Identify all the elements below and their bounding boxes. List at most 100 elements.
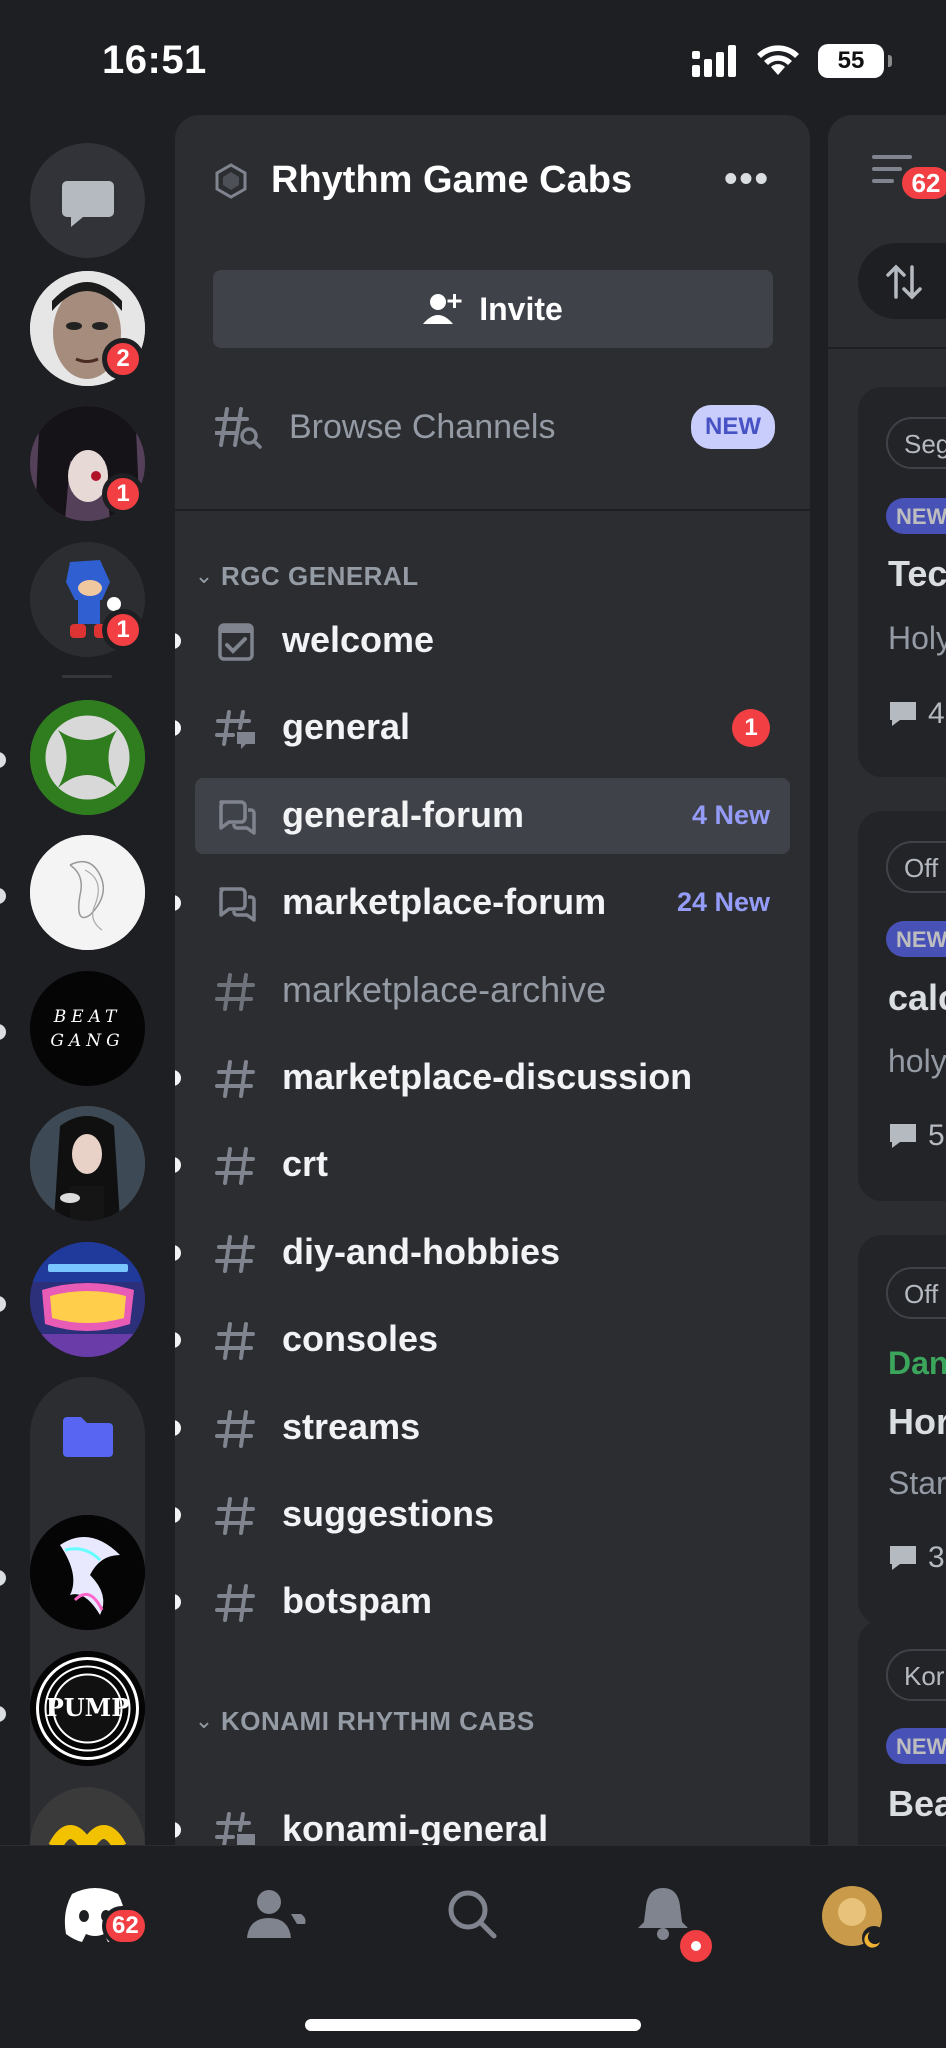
post-tag: Kor bbox=[886, 1649, 946, 1701]
post-title: Hor bbox=[888, 1401, 946, 1442]
beat-gang-logo: BEAT GANG bbox=[50, 1006, 125, 1051]
post-reply-count: 3 bbox=[888, 1541, 945, 1575]
hash-icon bbox=[215, 1234, 255, 1273]
forum-icon bbox=[219, 887, 256, 922]
server-unread-pill bbox=[0, 1296, 6, 1312]
unread-indicator bbox=[175, 1244, 181, 1261]
server-avatar-sketch[interactable] bbox=[30, 835, 145, 950]
channel-consoles[interactable]: consoles bbox=[175, 1302, 790, 1378]
new-badge: NEW bbox=[691, 405, 775, 449]
server-name: Rhythm Game Cabs bbox=[271, 159, 633, 201]
channel-general[interactable]: general 1 bbox=[175, 690, 790, 766]
forum-icon bbox=[219, 800, 256, 835]
battery-icon: 55 bbox=[818, 44, 892, 78]
server-boost-icon bbox=[215, 163, 247, 199]
post-reply-count: 5 bbox=[888, 1119, 945, 1153]
bottom-tab-bar: 62 bbox=[0, 1845, 946, 2048]
server-unread-badge: 1 bbox=[102, 473, 144, 515]
browse-channels-icon bbox=[215, 407, 262, 449]
server-unread-pill bbox=[0, 1706, 6, 1722]
hash-icon bbox=[215, 972, 255, 1011]
channel-general-forum[interactable]: general-forum 4 New bbox=[195, 777, 790, 854]
tab-search[interactable] bbox=[438, 1884, 508, 1954]
threads-badge: 62 bbox=[898, 163, 946, 203]
add-user-icon bbox=[423, 294, 462, 324]
post-tag: Seg bbox=[886, 417, 946, 469]
unread-indicator bbox=[175, 633, 181, 649]
server-avatar-pump-it-up[interactable] bbox=[30, 1242, 145, 1357]
tab-profile[interactable] bbox=[820, 1884, 890, 1954]
channel-marketplace-discussion[interactable]: marketplace-discussion bbox=[175, 1040, 790, 1116]
divider bbox=[828, 347, 946, 349]
unread-indicator bbox=[175, 1070, 181, 1086]
server-unread-badge: 1 bbox=[102, 609, 144, 651]
rail-separator bbox=[62, 675, 112, 678]
post-tag: Off bbox=[886, 841, 946, 893]
chevron-down-icon: ⌄ bbox=[194, 563, 214, 588]
status-time: 16:51 bbox=[102, 38, 207, 82]
channel-name: suggestions bbox=[282, 1493, 495, 1534]
channel-name: marketplace-forum bbox=[282, 881, 607, 923]
pump-logo-text: PUMP bbox=[45, 1693, 130, 1722]
unread-indicator bbox=[175, 1507, 181, 1523]
wifi-icon bbox=[757, 45, 799, 75]
server-avatar-pump[interactable]: PUMP bbox=[30, 1651, 145, 1766]
chat-bubble-icon bbox=[890, 1124, 916, 1148]
hash-icon bbox=[215, 1497, 255, 1535]
server-avatar-portrait[interactable] bbox=[30, 1106, 145, 1221]
post-new-badge: NEW bbox=[886, 498, 946, 534]
unread-indicator bbox=[175, 720, 181, 737]
chat-bubble-icon bbox=[890, 1546, 916, 1570]
avatar bbox=[822, 1886, 886, 1950]
channel-welcome[interactable]: welcome bbox=[175, 603, 790, 679]
divider bbox=[175, 509, 810, 511]
browse-channels-label: Browse Channels bbox=[289, 407, 556, 446]
servers-badge: 62 bbox=[102, 1906, 149, 1946]
channel-suggestions[interactable]: suggestions bbox=[175, 1477, 790, 1553]
battery-level: 55 bbox=[837, 47, 865, 74]
category-rgc-general[interactable]: ⌄ RGC GENERAL bbox=[187, 556, 419, 596]
post-title: Bea bbox=[888, 1783, 946, 1824]
invite-label: Invite bbox=[479, 290, 563, 327]
channel-panel: Rhythm Game Cabs ••• Invite Browse Chann… bbox=[175, 115, 810, 1845]
post-preview: Holy bbox=[888, 620, 946, 656]
more-options-icon[interactable]: ••• bbox=[724, 160, 770, 198]
unread-indicator bbox=[175, 1332, 181, 1349]
chat-bubble-icon bbox=[62, 181, 114, 227]
hash-icon bbox=[215, 1409, 255, 1448]
server-avatar-dancer[interactable] bbox=[30, 1515, 145, 1630]
home-indicator bbox=[305, 2019, 641, 2031]
unread-indicator bbox=[175, 1594, 181, 1611]
sort-button[interactable] bbox=[858, 243, 946, 319]
channel-name: consoles bbox=[282, 1318, 439, 1360]
channel-name: general bbox=[282, 706, 411, 748]
direct-messages-button[interactable] bbox=[30, 143, 145, 258]
hash-thread-icon bbox=[215, 1811, 255, 1845]
channel-name: marketplace-discussion bbox=[282, 1056, 693, 1097]
server-rail: 2 1 1 BEAT GANG PUMP bbox=[0, 115, 175, 1845]
server-avatar-beat-gang[interactable]: BEAT GANG bbox=[30, 971, 145, 1086]
chevron-down-icon: ⌄ bbox=[194, 1708, 214, 1733]
invite-button[interactable]: Invite bbox=[213, 270, 773, 348]
channel-streams[interactable]: streams bbox=[175, 1390, 790, 1466]
rules-icon bbox=[218, 623, 254, 661]
channel-marketplace-forum[interactable]: marketplace-forum 24 New bbox=[175, 865, 790, 941]
browse-channels-button[interactable]: Browse Channels NEW bbox=[215, 397, 775, 457]
channel-diy-and-hobbies[interactable]: diy-and-hobbies bbox=[175, 1215, 790, 1291]
xbox-logo-icon bbox=[30, 700, 145, 815]
channel-konami-general[interactable]: konami-general bbox=[175, 1792, 790, 1845]
post-new-badge: NEW bbox=[886, 921, 946, 957]
post-title: Tec bbox=[888, 553, 946, 594]
post-preview: holy bbox=[888, 1043, 946, 1079]
server-header[interactable]: Rhythm Game Cabs ••• bbox=[175, 115, 810, 235]
channel-botspam[interactable]: botspam bbox=[175, 1564, 790, 1640]
chat-bubble-icon bbox=[890, 702, 916, 726]
cellular-signal-icon bbox=[692, 45, 736, 77]
channel-marketplace-archive[interactable]: marketplace-archive bbox=[195, 953, 790, 1029]
sketch-drawing-image bbox=[30, 835, 145, 950]
category-konami-rhythm-cabs[interactable]: ⌄ KONAMI RHYTHM CABS bbox=[187, 1701, 535, 1741]
server-avatar-xbox[interactable] bbox=[30, 700, 145, 815]
post-author: Dan bbox=[888, 1345, 946, 1381]
tab-friends[interactable] bbox=[245, 1884, 315, 1954]
channel-crt[interactable]: crt bbox=[175, 1127, 790, 1203]
